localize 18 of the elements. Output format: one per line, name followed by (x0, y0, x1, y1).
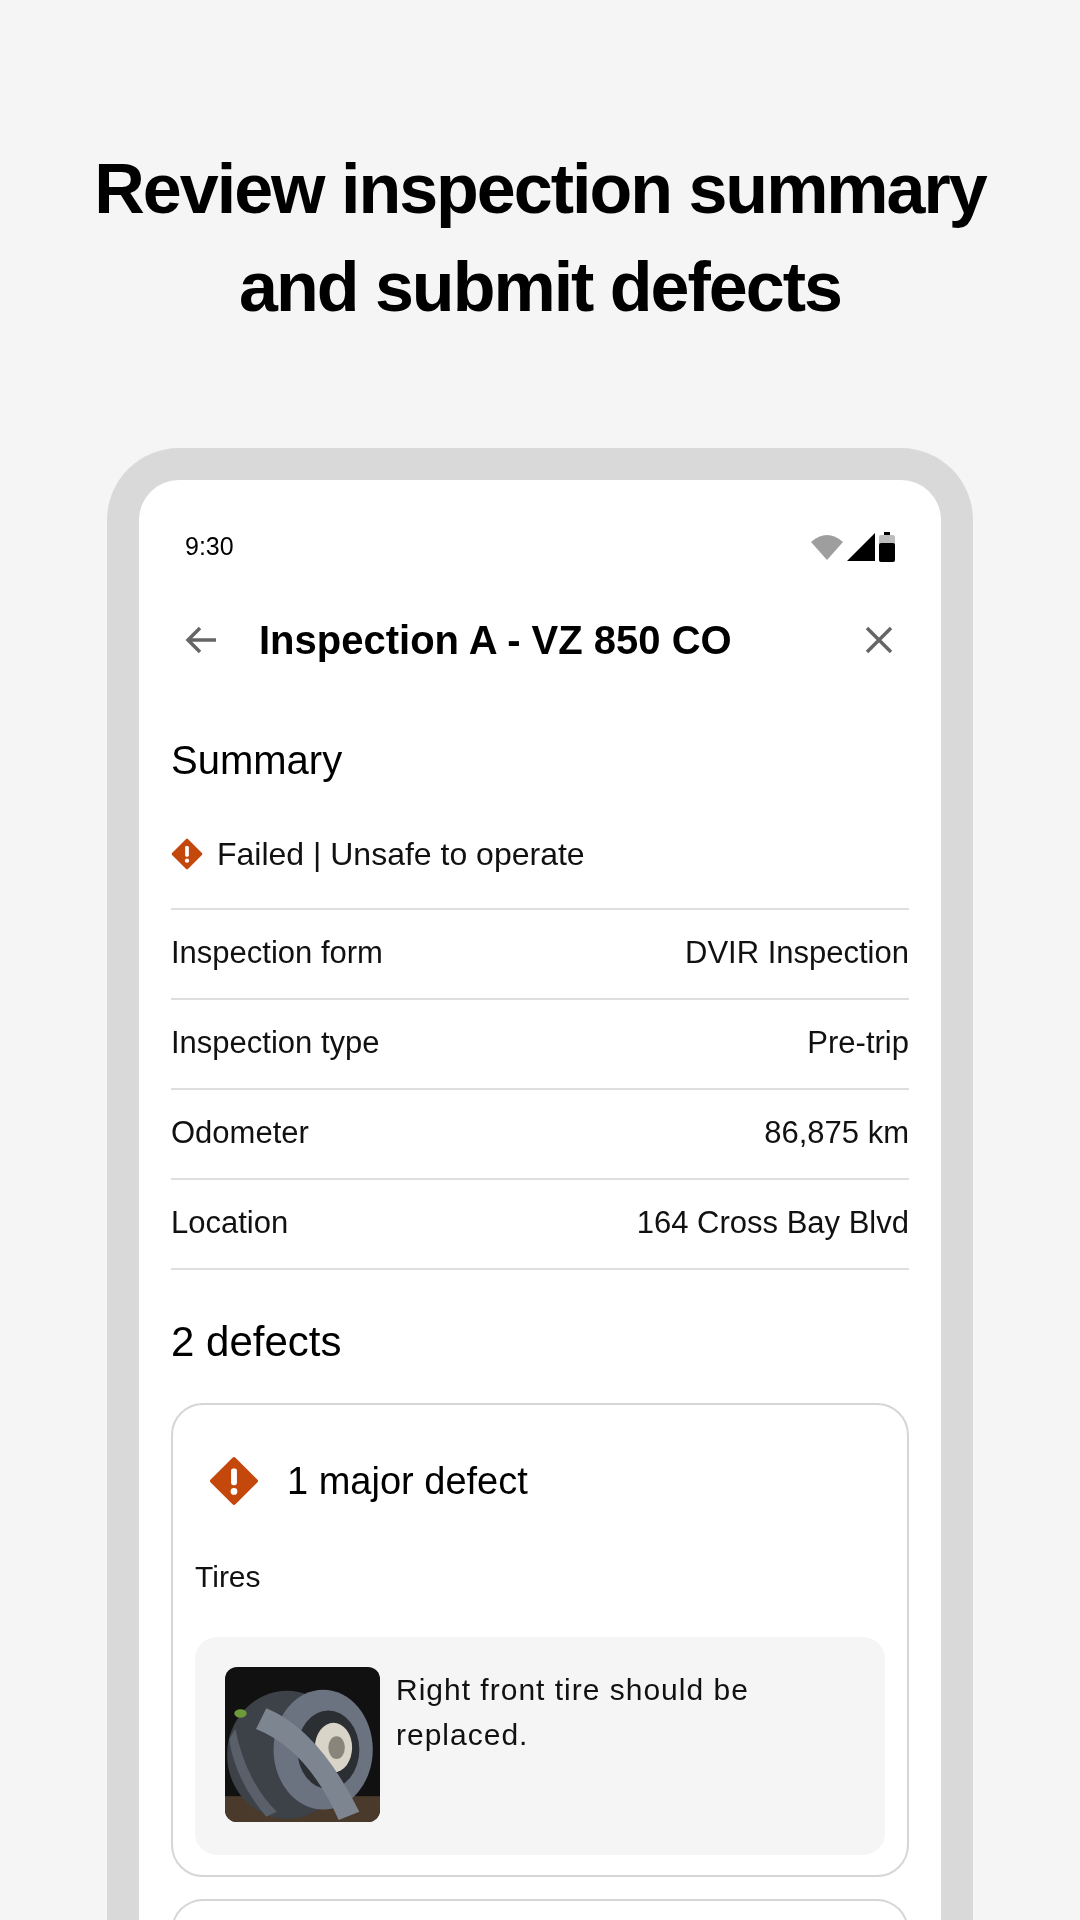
row-label: Odometer (171, 1114, 309, 1153)
section-title: 2 defects (171, 1316, 343, 1367)
section-title: Summary (171, 736, 344, 784)
headline: Review inspection summary and submit defects (93, 149, 988, 328)
defect-item[interactable]: Right front tire should be replaced. (195, 1636, 885, 1855)
row-value: Pre-trip (807, 1024, 909, 1063)
inspection-status: Failed | Unsafe to operate (217, 834, 585, 874)
row-value: 86,875 km (764, 1114, 909, 1153)
defect-category: Tires (195, 1558, 262, 1595)
row-label: Location (171, 1204, 289, 1243)
row-label: Inspection type (171, 1024, 380, 1063)
defect-note: Right front tire should be replaced. (396, 1671, 750, 1753)
row-value: DVIR Inspection (685, 934, 909, 973)
defect-group-title: 1 major defect (287, 1458, 528, 1504)
status-time: 9:30 (185, 531, 234, 562)
screen-title: Inspection A - VZ 850 CO (259, 616, 733, 664)
row-value: 164 Cross Bay Blvd (636, 1204, 909, 1243)
row-label: Inspection form (171, 934, 383, 973)
